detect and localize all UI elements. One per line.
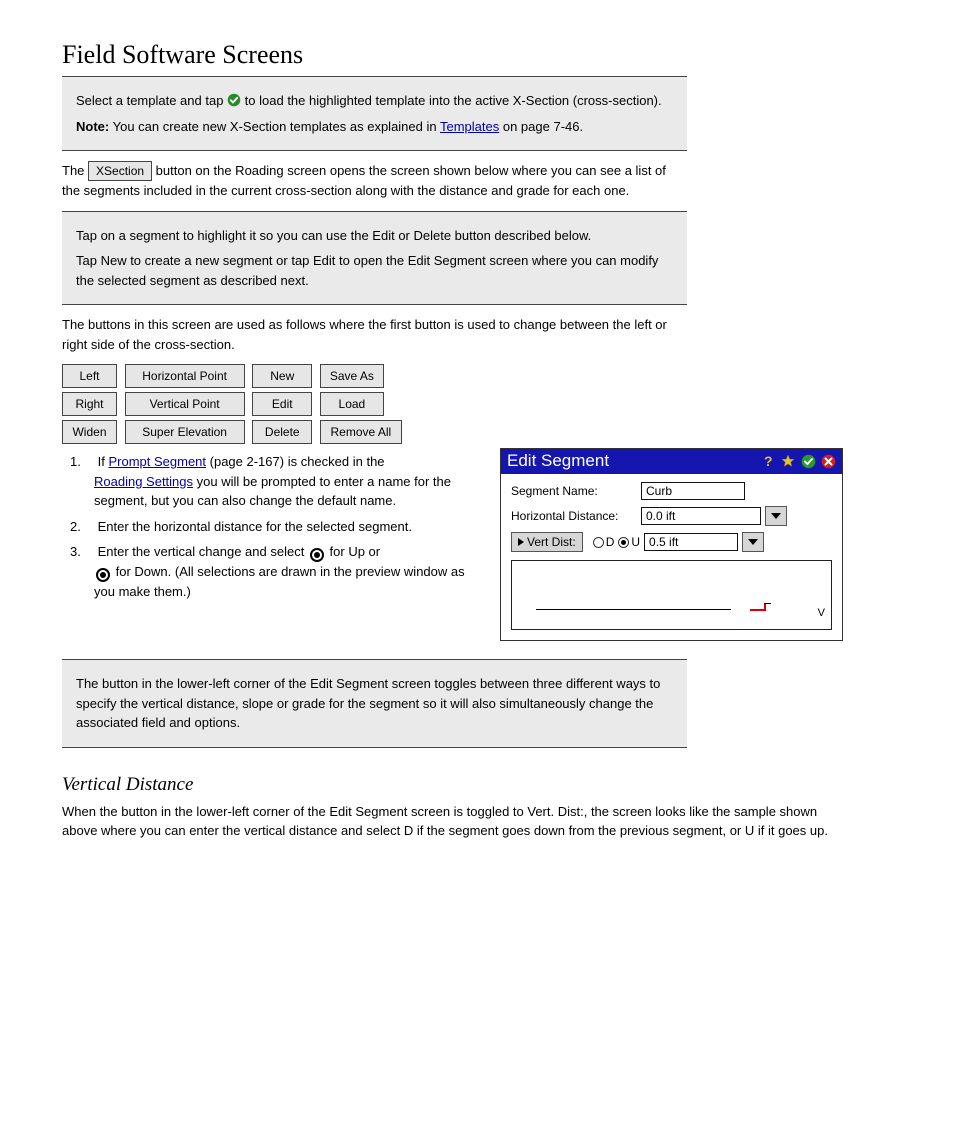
down-radio-icon: [96, 568, 110, 582]
note-text-a: You can create new X-Section templates a…: [113, 119, 440, 134]
roading-settings-link[interactable]: Roading Settings: [94, 474, 193, 489]
ok-icon: [227, 93, 241, 107]
note-label: Note:: [76, 119, 109, 134]
delete-button[interactable]: Delete: [252, 420, 312, 444]
para-xsection: The XSection button on the Roading scree…: [62, 161, 687, 201]
load-button[interactable]: Load: [320, 392, 384, 416]
templates-link[interactable]: Templates: [440, 119, 499, 134]
callout2-line2: Tap New to create a new segment or tap E…: [76, 251, 675, 290]
vert-dist-label: Vert Dist:: [527, 535, 576, 549]
vdist-dropdown[interactable]: [742, 532, 764, 552]
step1-a: If: [98, 454, 109, 469]
button-grid: Left Horizontal Point New Save As Right …: [62, 364, 892, 444]
close-icon[interactable]: [820, 453, 836, 469]
remove-all-button[interactable]: Remove All: [320, 420, 402, 444]
prompt-segment-link[interactable]: Prompt Segment: [108, 454, 206, 469]
callout-toggle-note: The button in the lower-left corner of t…: [62, 659, 687, 748]
step3-b: for Up or: [330, 544, 381, 559]
xsection-button[interactable]: XSection: [88, 161, 152, 181]
left-button[interactable]: Left: [62, 364, 117, 388]
note-text-b: on page 7-46.: [503, 119, 583, 134]
ok-icon[interactable]: [800, 453, 816, 469]
edit-button[interactable]: Edit: [252, 392, 312, 416]
step2-num: 2.: [70, 517, 94, 537]
step1-num: 1.: [70, 452, 94, 472]
right-button[interactable]: Right: [62, 392, 117, 416]
widen-button[interactable]: Widen: [62, 420, 117, 444]
segment-name-input[interactable]: [641, 482, 745, 500]
callout-segment-list: Tap on a segment to highlight it so you …: [62, 211, 687, 306]
up-label: U: [631, 535, 640, 549]
segment-preview: V: [511, 560, 832, 630]
callout3-text: The button in the lower-left corner of t…: [76, 674, 675, 733]
dialog-title: Edit Segment: [507, 451, 760, 471]
step1-c: (page 2-167) is checked in the: [210, 454, 385, 469]
page-title: Field Software Screens: [62, 40, 892, 70]
para-vertical-distance: When the button in the lower-left corner…: [62, 802, 832, 841]
hdist-label: Horizontal Distance:: [511, 509, 641, 523]
step2-text: Enter the horizontal distance for the se…: [98, 519, 412, 534]
para-buttons-intro: The buttons in this screen are used as f…: [62, 315, 687, 354]
vert-dist-toggle[interactable]: Vert Dist:: [511, 532, 583, 552]
svg-text:?: ?: [764, 454, 773, 468]
step3-num: 3.: [70, 542, 94, 562]
edit-segment-dialog: Edit Segment ? Segment Name:: [500, 448, 843, 641]
up-radio-icon: [310, 548, 324, 562]
callout1-line1a: Select a template and tap: [76, 93, 227, 108]
vertical-distance-heading: Vertical Distance: [62, 774, 892, 796]
hdist-input[interactable]: [641, 507, 761, 525]
save-as-button[interactable]: Save As: [320, 364, 384, 388]
super-elevation-button[interactable]: Super Elevation: [125, 420, 245, 444]
help-icon[interactable]: ?: [760, 453, 776, 469]
steps-list: 1. If Prompt Segment (page 2-167) is che…: [70, 452, 482, 602]
step3-a: Enter the vertical change and select: [98, 544, 308, 559]
down-radio[interactable]: [593, 537, 604, 548]
dialog-titlebar: Edit Segment ?: [501, 449, 842, 474]
new-button[interactable]: New: [252, 364, 312, 388]
preview-v-label: V: [818, 607, 825, 619]
callout-load-template: Select a template and tap to load the hi…: [62, 76, 687, 151]
hdist-dropdown[interactable]: [765, 506, 787, 526]
horizontal-point-button[interactable]: Horizontal Point: [125, 364, 245, 388]
step3-c: for Down. (All selections are drawn in t…: [94, 564, 465, 599]
para1-a: The: [62, 163, 88, 178]
segment-name-label: Segment Name:: [511, 484, 641, 498]
favorite-icon[interactable]: [780, 453, 796, 469]
callout2-line1: Tap on a segment to highlight it so you …: [76, 226, 675, 246]
callout1-line1b: to load the highlighted template into th…: [245, 93, 662, 108]
up-radio[interactable]: [618, 537, 629, 548]
para1-b: button on the Roading screen opens the s…: [62, 163, 666, 198]
vdist-input[interactable]: [644, 533, 738, 551]
down-label: D: [606, 535, 615, 549]
vertical-point-button[interactable]: Vertical Point: [125, 392, 245, 416]
